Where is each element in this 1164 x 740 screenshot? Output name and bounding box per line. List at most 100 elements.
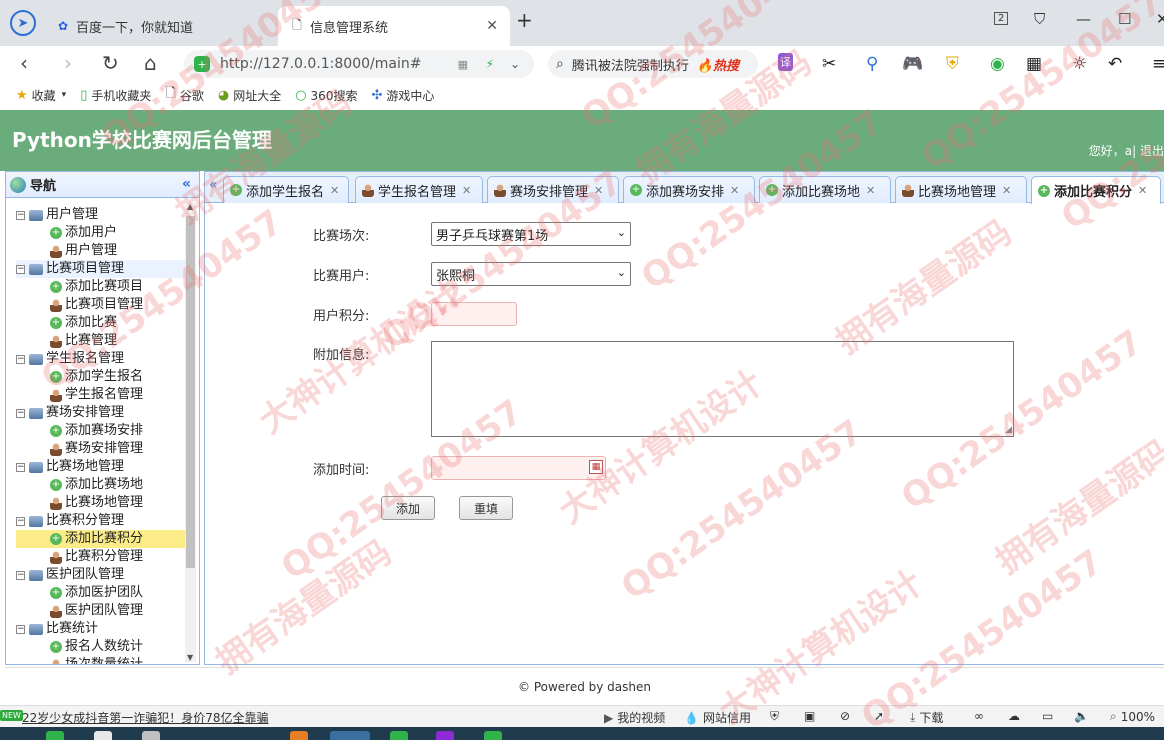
browser-tab-active[interactable]: 🗋 信息管理系统 ✕ bbox=[278, 6, 510, 46]
submit-button[interactable]: 添加 bbox=[381, 496, 435, 520]
gamepad-icon[interactable]: 🎮 bbox=[902, 54, 923, 74]
content-tab[interactable]: 比赛场地管理 ✕ bbox=[895, 176, 1027, 203]
resize-grip-icon[interactable]: ◢ bbox=[1005, 425, 1012, 435]
collapse-toggle-icon[interactable]: − bbox=[16, 624, 25, 634]
content-tab[interactable]: + 添加比赛积分 ✕ bbox=[1031, 176, 1161, 204]
sidebar-group[interactable]: − 医护团队管理 bbox=[16, 566, 186, 584]
content-tab[interactable]: + 添加比赛场地 ✕ bbox=[759, 176, 891, 203]
collapse-icon[interactable]: « bbox=[182, 176, 191, 192]
apps-grid-icon[interactable]: ▦ bbox=[1026, 54, 1042, 74]
browser-logo-icon[interactable]: ➤ bbox=[10, 10, 36, 36]
sidebar-group[interactable]: − 比赛场地管理 bbox=[16, 458, 186, 476]
sidebar-item[interactable]: 场次数量统计 bbox=[16, 656, 186, 664]
green-circle-icon[interactable]: ◉ bbox=[990, 54, 1005, 74]
shirt-icon[interactable]: ⛉ bbox=[1034, 10, 1045, 28]
reset-button[interactable]: 重填 bbox=[459, 496, 513, 520]
taskbar-app-icon[interactable] bbox=[330, 731, 370, 740]
sidebar-item[interactable]: + 添加赛场安排 bbox=[16, 422, 186, 440]
close-window-button[interactable]: ✕ bbox=[1156, 10, 1164, 28]
taskbar-app-icon[interactable] bbox=[436, 731, 454, 740]
url-field[interactable]: + http://127.0.0.1:8000/main# ▦ ⚡ ⌄ bbox=[184, 50, 534, 78]
user-greeting[interactable]: 您好，a| 退出 bbox=[1089, 142, 1164, 159]
sidebar-item[interactable]: 赛场安排管理 bbox=[16, 440, 186, 458]
minimize-button[interactable]: — bbox=[1076, 10, 1091, 28]
sidebar-item[interactable]: + 报名人数统计 bbox=[16, 638, 186, 656]
taskbar-app-icon[interactable] bbox=[94, 731, 112, 740]
calendar-icon[interactable]: ▦ bbox=[589, 460, 603, 474]
browser-tab-baidu[interactable]: ✿ 百度一下，你就知道 bbox=[44, 6, 276, 46]
tab-count-badge[interactable]: 2 bbox=[994, 12, 1009, 25]
sidebar-group[interactable]: − 用户管理 bbox=[16, 206, 186, 224]
speaker-icon[interactable]: 🔈 bbox=[1074, 709, 1089, 723]
link-icon[interactable]: ∞ bbox=[974, 709, 984, 723]
chevron-down-icon[interactable]: ⌄ bbox=[510, 57, 520, 71]
close-tab-icon[interactable]: ✕ bbox=[866, 184, 875, 197]
download-button[interactable]: ⤓ 下载 bbox=[910, 709, 943, 726]
close-tab-icon[interactable]: ✕ bbox=[1138, 184, 1147, 197]
site-credit-button[interactable]: 💧 网站信用 bbox=[684, 709, 751, 726]
shield-status-icon[interactable]: ⛨ bbox=[770, 709, 779, 724]
score-input[interactable] bbox=[431, 302, 517, 326]
close-tab-icon[interactable]: ✕ bbox=[486, 18, 498, 34]
sidebar-item[interactable]: 比赛管理 bbox=[16, 332, 186, 350]
taskbar-app-icon[interactable] bbox=[142, 731, 160, 740]
user-select[interactable]: 张熙桐 ⌄ bbox=[431, 262, 631, 286]
back-icon[interactable]: ‹ bbox=[20, 52, 28, 74]
bookmark-sites[interactable]: ◕ 网址大全 bbox=[218, 87, 281, 104]
close-tab-icon[interactable]: ✕ bbox=[594, 184, 603, 197]
sidebar-item[interactable]: 医护团队管理 bbox=[16, 602, 186, 620]
new-tab-button[interactable]: + bbox=[516, 8, 533, 32]
bookmark-favorites[interactable]: ★ 收藏 ▾ bbox=[16, 87, 66, 104]
scroll-down-icon[interactable]: ▼ bbox=[187, 653, 193, 662]
zoom-control[interactable]: ⌕ 100% bbox=[1110, 709, 1155, 724]
sidebar-item[interactable]: + 添加比赛项目 bbox=[16, 278, 186, 296]
maximize-button[interactable]: ☐ bbox=[1118, 10, 1131, 28]
collapse-toggle-icon[interactable]: − bbox=[16, 354, 25, 364]
sidebar-item[interactable]: 学生报名管理 bbox=[16, 386, 186, 404]
shield-icon[interactable]: ⛨ bbox=[946, 54, 959, 74]
sidebar-item[interactable]: + 添加比赛积分 bbox=[16, 530, 186, 548]
collapse-toggle-icon[interactable]: − bbox=[16, 210, 25, 220]
sidebar-item[interactable]: + 添加学生报名 bbox=[16, 368, 186, 386]
collapse-toggle-icon[interactable]: − bbox=[16, 516, 25, 526]
taskbar-app-icon[interactable] bbox=[46, 731, 64, 740]
bookmark-mobile[interactable]: ▯ 手机收藏夹 bbox=[80, 87, 151, 104]
content-tab[interactable]: + 添加学生报名 ✕ bbox=[223, 176, 349, 203]
sidebar-group[interactable]: − 比赛项目管理 bbox=[16, 260, 186, 278]
taskbar-app-icon[interactable] bbox=[290, 731, 308, 740]
collapse-toggle-icon[interactable]: − bbox=[16, 408, 25, 418]
sidebar-item[interactable]: + 添加比赛 bbox=[16, 314, 186, 332]
sidebar-group[interactable]: − 赛场安排管理 bbox=[16, 404, 186, 422]
my-video-button[interactable]: ▶ 我的视频 bbox=[604, 709, 665, 726]
forward-icon[interactable]: › bbox=[64, 52, 72, 74]
sidebar-item[interactable]: 比赛积分管理 bbox=[16, 548, 186, 566]
bookmark-games[interactable]: ✣ 游戏中心 bbox=[371, 87, 434, 104]
scissors-icon[interactable]: ✂ bbox=[822, 54, 836, 74]
sidebar-item[interactable]: 用户管理 bbox=[16, 242, 186, 260]
news-link[interactable]: 22岁少女成抖音第一诈骗犯！身价78亿全靠骗 bbox=[22, 709, 269, 726]
close-tab-icon[interactable]: ✕ bbox=[730, 184, 739, 197]
extra-info-textarea[interactable]: ◢ bbox=[431, 341, 1014, 437]
qr-icon[interactable]: ▦ bbox=[458, 58, 468, 71]
sidebar-item[interactable]: + 添加用户 bbox=[16, 224, 186, 242]
bookmark-360[interactable]: ○ 360搜索 bbox=[295, 87, 357, 104]
close-tab-icon[interactable]: ✕ bbox=[462, 184, 471, 197]
sidebar-scrollbar[interactable]: ▲ ▼ bbox=[185, 202, 196, 662]
sidebar-item[interactable]: + 添加医护团队 bbox=[16, 584, 186, 602]
undo-icon[interactable]: ↶ bbox=[1108, 54, 1122, 74]
reload-icon[interactable]: ↻ bbox=[102, 52, 119, 74]
taskbar-app-icon[interactable] bbox=[484, 731, 502, 740]
match-select[interactable]: 男子乒乓球赛第1场 ⌄ bbox=[431, 222, 631, 246]
menu-icon[interactable]: ≡ bbox=[1152, 54, 1164, 74]
content-tab[interactable]: 学生报名管理 ✕ bbox=[355, 176, 483, 203]
window-icon[interactable]: ▭ bbox=[1042, 709, 1053, 723]
sidebar-group[interactable]: − 比赛积分管理 bbox=[16, 512, 186, 530]
scrollbar-thumb[interactable] bbox=[186, 216, 195, 568]
lightning-icon[interactable]: ⚡ bbox=[486, 57, 494, 71]
time-input[interactable]: ▦ bbox=[431, 456, 606, 480]
sidebar-item[interactable]: 比赛场地管理 bbox=[16, 494, 186, 512]
home-icon[interactable]: ⌂ bbox=[144, 52, 157, 74]
collapse-toggle-icon[interactable]: − bbox=[16, 462, 25, 472]
bookmark-google[interactable]: 🗋 谷歌 bbox=[165, 84, 203, 106]
taskbar-app-icon[interactable] bbox=[390, 731, 408, 740]
